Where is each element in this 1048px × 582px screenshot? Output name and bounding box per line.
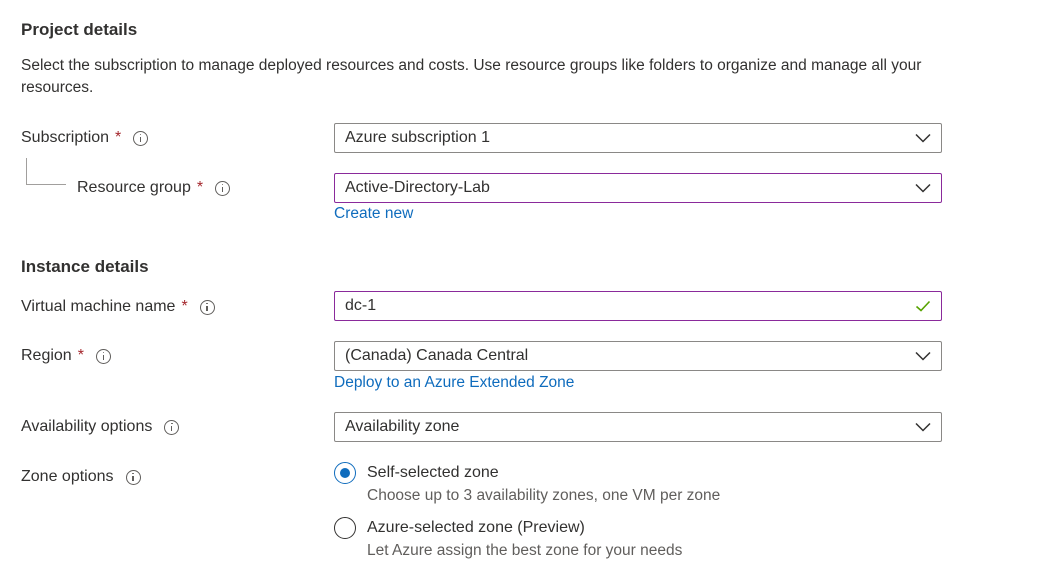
info-icon[interactable] — [133, 130, 149, 146]
vm-name-label-row: Virtual machine name * — [21, 296, 215, 318]
resource-group-value: Active-Directory-Lab — [345, 179, 490, 196]
zone-options-label: Zone options — [21, 468, 114, 485]
vm-create-basics-form: Project details Select the subscription … — [0, 0, 1048, 582]
zone-option-label[interactable]: Azure-selected zone (Preview) — [367, 519, 585, 537]
subscription-label-row: Subscription * — [21, 127, 149, 149]
zone-options-label-row: Zone options — [21, 466, 141, 488]
project-details-heading: Project details — [21, 20, 138, 39]
region-label: Region — [21, 347, 72, 364]
resource-group-label: Resource group — [77, 179, 191, 196]
zone-option-description: Choose up to 3 availability zones, one V… — [367, 487, 721, 504]
vm-name-value[interactable]: dc-1 — [345, 297, 909, 315]
info-icon[interactable] — [164, 419, 180, 435]
info-icon[interactable] — [215, 180, 231, 196]
required-asterisk: * — [181, 298, 188, 315]
region-dropdown[interactable]: (Canada) Canada Central — [334, 341, 942, 371]
radio-button-unselected[interactable] — [334, 517, 356, 539]
zone-option-description: Let Azure assign the best zone for your … — [367, 542, 683, 559]
chevron-down-icon[interactable] — [909, 124, 937, 152]
availability-options-label-row: Availability options — [21, 416, 180, 438]
subscription-dropdown[interactable]: Azure subscription 1 — [334, 123, 942, 153]
deploy-extended-zone-link[interactable]: Deploy to an Azure Extended Zone — [334, 374, 574, 392]
create-new-resource-group-link[interactable]: Create new — [334, 205, 413, 223]
resource-group-label-row: Resource group * — [77, 177, 231, 199]
zone-option-azure-selected[interactable]: Azure-selected zone (Preview) — [334, 517, 585, 539]
zone-option-self-selected[interactable]: Self-selected zone — [334, 462, 499, 484]
instance-details-heading: Instance details — [21, 257, 149, 276]
checkmark-icon — [909, 292, 937, 320]
availability-options-dropdown[interactable]: Availability zone — [334, 412, 942, 442]
tree-connector-horizontal — [26, 184, 66, 185]
zone-option-label[interactable]: Self-selected zone — [367, 464, 499, 482]
info-icon[interactable] — [125, 469, 141, 485]
tree-connector-vertical — [26, 158, 27, 184]
chevron-down-icon[interactable] — [909, 413, 937, 441]
vm-name-label: Virtual machine name — [21, 298, 176, 315]
subscription-label: Subscription — [21, 129, 110, 146]
region-value: (Canada) Canada Central — [345, 347, 529, 364]
subscription-value: Azure subscription 1 — [345, 129, 490, 146]
project-details-description: Select the subscription to manage deploy… — [21, 57, 922, 96]
required-asterisk: * — [77, 347, 84, 364]
required-asterisk: * — [115, 129, 122, 146]
info-icon[interactable] — [95, 348, 111, 364]
availability-options-value: Availability zone — [345, 418, 460, 435]
chevron-down-icon[interactable] — [909, 174, 937, 202]
required-asterisk: * — [196, 179, 204, 196]
resource-group-dropdown[interactable]: Active-Directory-Lab — [334, 173, 942, 203]
region-label-row: Region * — [21, 345, 111, 367]
info-icon[interactable] — [199, 299, 215, 315]
radio-button-selected[interactable] — [334, 462, 356, 484]
chevron-down-icon[interactable] — [909, 342, 937, 370]
availability-options-label: Availability options — [21, 418, 153, 435]
vm-name-input[interactable]: dc-1 — [334, 291, 942, 321]
